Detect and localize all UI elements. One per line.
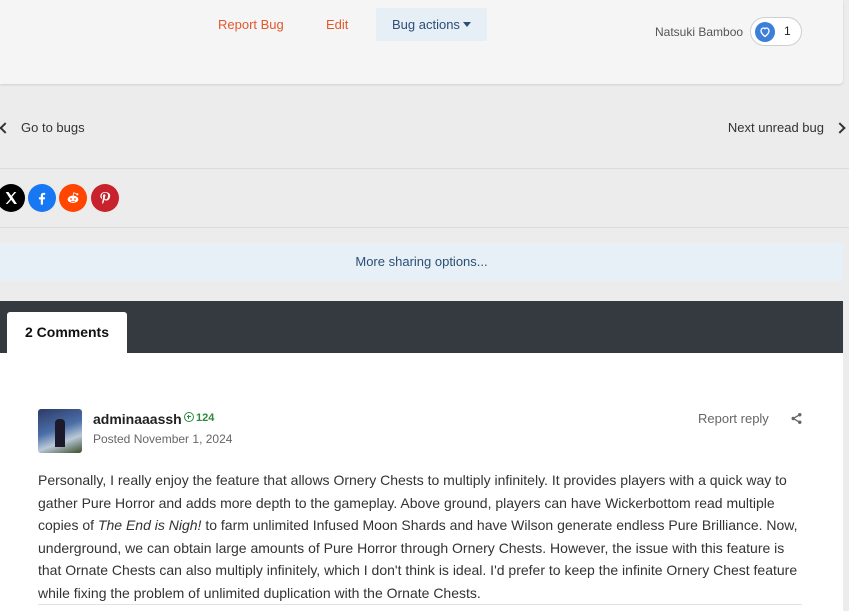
next-unread-bug-link[interactable]: Next unread bug xyxy=(727,120,846,135)
more-sharing-options-button[interactable]: More sharing options... xyxy=(0,243,843,281)
divider xyxy=(0,168,849,169)
post-actions-card: Report Bug Edit Bug actions Natsuki Bamb… xyxy=(0,0,843,84)
posted-date: Posted November 1, 2024 xyxy=(93,432,232,446)
comments-tab-bar: 2 Comments xyxy=(0,301,843,353)
reddit-icon xyxy=(67,192,79,203)
reaction-count: 1 xyxy=(784,24,791,38)
chevron-right-icon xyxy=(834,121,846,134)
pinterest-icon xyxy=(100,192,111,205)
share-icon[interactable] xyxy=(790,412,803,430)
report-reply-link[interactable]: Report reply xyxy=(698,411,769,426)
comment-card: adminaaassh 124 Posted November 1, 2024 … xyxy=(0,353,843,611)
facebook-icon xyxy=(38,192,46,205)
reputation-badge[interactable]: 124 xyxy=(184,412,214,424)
reaction-button[interactable]: 1 xyxy=(750,17,802,46)
bug-actions-button[interactable]: Bug actions xyxy=(376,8,487,41)
pinterest-share-button[interactable] xyxy=(91,184,119,212)
divider xyxy=(0,227,849,228)
caret-down-icon xyxy=(462,22,471,28)
go-to-bugs-link[interactable]: Go to bugs xyxy=(0,120,85,135)
chevron-left-icon xyxy=(0,121,11,134)
heart-icon xyxy=(755,22,775,42)
reaction-user[interactable]: Natsuki Bamboo xyxy=(655,25,743,39)
posted-prefix: Posted xyxy=(93,432,131,446)
comment-author[interactable]: adminaaassh xyxy=(93,411,182,427)
reputation-count: 124 xyxy=(196,412,215,424)
x-logo-icon xyxy=(5,192,17,204)
go-to-bugs-label: Go to bugs xyxy=(21,120,85,135)
divider xyxy=(38,604,802,605)
bug-actions-label: Bug actions xyxy=(392,17,460,32)
facebook-share-button[interactable] xyxy=(28,184,56,212)
comment-body: Personally, I really enjoy the feature t… xyxy=(38,469,804,604)
bug-navigation: Go to bugs Next unread bug xyxy=(0,108,849,148)
avatar-figure xyxy=(55,419,65,447)
reddit-share-button[interactable] xyxy=(59,184,87,212)
report-bug-button[interactable]: Report Bug xyxy=(202,8,300,41)
edit-button[interactable]: Edit xyxy=(310,8,364,41)
posted-date-value[interactable]: November 1, 2024 xyxy=(134,432,233,446)
avatar[interactable] xyxy=(38,409,82,453)
comment-body-italic: The End is Nigh! xyxy=(97,517,202,533)
plus-circle-icon xyxy=(184,412,194,423)
tab-comments[interactable]: 2 Comments xyxy=(7,312,127,353)
x-share-button[interactable] xyxy=(0,184,25,212)
next-unread-bug-label: Next unread bug xyxy=(727,120,824,135)
